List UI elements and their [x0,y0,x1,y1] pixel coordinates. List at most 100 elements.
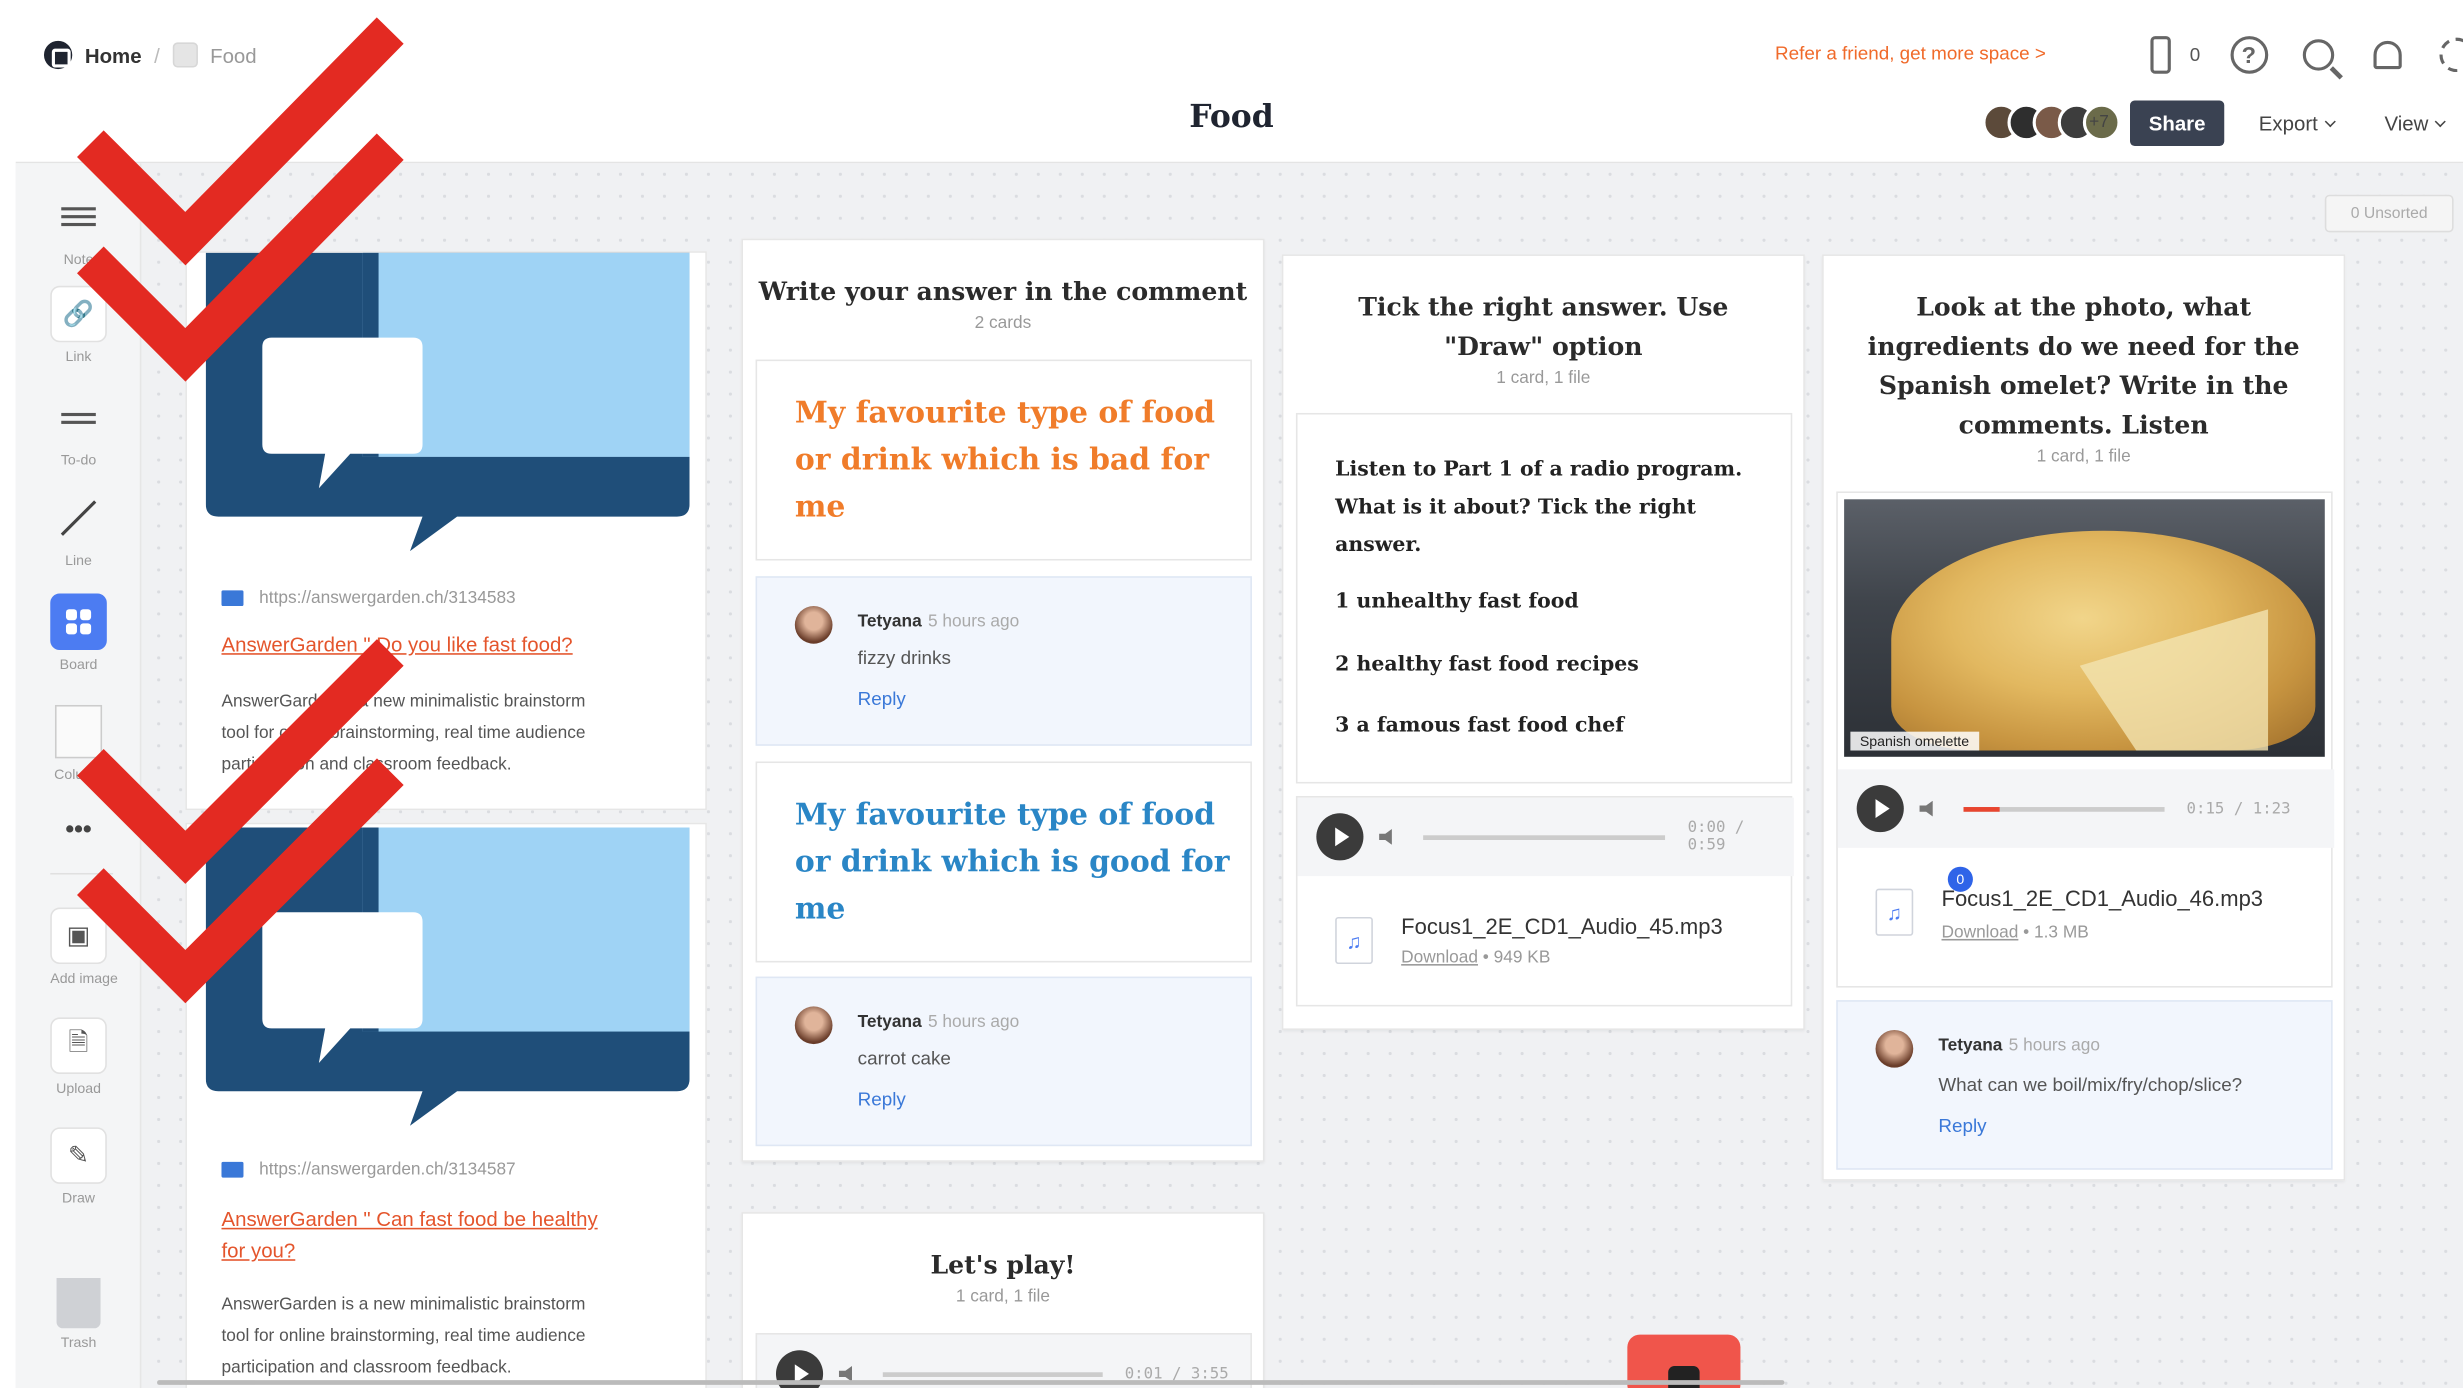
note-card[interactable]: Listen to Part 1 of a radio program. Wha… [1295,412,1793,784]
tool-more[interactable]: ••• [50,810,107,845]
column-meta: 1 card, 1 file [955,1287,1051,1307]
file-meta: Download • 949 KB [1401,948,1551,968]
help-icon[interactable]: ? [2228,35,2269,76]
comment-time: 5 hours ago [927,612,1020,632]
chevron-down-icon [2434,116,2446,128]
tool-note[interactable]: Note [50,188,107,267]
volume-icon[interactable] [1378,829,1392,845]
pencil-icon: ✎ [50,1127,107,1184]
tool-board[interactable]: Board [50,593,107,672]
note-line: Listen to Part 1 of a radio program. [1335,458,1743,483]
comment-time: 5 hours ago [927,1012,1020,1032]
audio-track[interactable] [1422,834,1666,840]
note-intro: Listen to Part 1 of a radio program. Wha… [1335,452,1742,565]
column-title-line: Look at the photo, what [1916,292,2252,322]
tool-add-image[interactable]: ▣ Add image [50,907,118,986]
board-icon [50,593,107,651]
collaborator-count[interactable]: +7 [2089,113,2109,132]
link-title[interactable]: AnswerGarden " Do you like fast food? [221,630,572,661]
photo-caption: Spanish omelette [1850,731,1979,751]
column-tick-answer[interactable]: Tick the right answer. Use "Draw" option… [1281,254,1805,1030]
link-title[interactable]: AnswerGarden " Can fast food be healthy … [221,1204,597,1267]
export-menu[interactable]: Export [2258,111,2336,136]
comment-author: Tetyana 5 hours ago [858,1013,1020,1032]
play-icon[interactable] [1316,813,1364,861]
column-write-answer[interactable]: Write your answer in the comment 2 cards… [741,238,1265,1162]
tool-trash[interactable]: Trash [50,1278,107,1350]
tool-line[interactable]: Line [50,490,107,568]
music-file-icon: ♫ [1335,916,1373,965]
link-url: https://answergarden.ch/3134587 [221,1160,516,1179]
horizontal-scrollbar[interactable] [157,1380,1785,1385]
file-name[interactable]: Focus1_2E_CD1_Audio_46.mp3 [1942,886,2264,911]
tool-column[interactable]: Column [50,703,107,782]
audio-player[interactable]: 0:00 / 0:59 [1316,813,1790,861]
speech-bubble-image [205,827,690,1126]
link-card[interactable]: https://answergarden.ch/3134587 AnswerGa… [185,822,707,1388]
app-logo-icon[interactable] [43,40,73,70]
audio-track[interactable] [1963,806,2165,811]
comment-author-name: Tetyana [857,1012,922,1032]
tool-upload[interactable]: 🗎 Upload [50,1017,107,1096]
column-lets-play[interactable]: Let's play! 1 card, 1 file 0:01 / 3:55 [741,1212,1265,1388]
audio-track[interactable] [882,1371,1103,1377]
reply-link[interactable]: Reply [1938,1115,1986,1137]
device-icon[interactable] [2139,35,2180,76]
audio-player[interactable]: 0:15 / 1:23 [1856,785,2291,833]
comment-author-name: Tetyana [1938,1036,2003,1056]
tool-link[interactable]: 🔗 Link [50,285,107,364]
note-line: What is it about? Tick the right [1335,496,1696,520]
column-meta: 1 card, 1 file [2036,447,2131,467]
column-meta: 2 cards [974,314,1032,333]
search-icon[interactable] [2298,35,2339,76]
breadcrumb-separator: / [154,43,160,67]
note-card[interactable]: My favourite type of food or drink which… [755,761,1252,963]
download-link[interactable]: Download [1942,923,2019,942]
comment-card: Tetyana 5 hours ago fizzy drinks Reply [755,576,1252,746]
avatar [1875,1029,1914,1068]
top-icons: 0 ? [2139,35,2463,76]
link-description: AnswerGarden is a new minimalistic brain… [221,1289,585,1383]
tool-draw[interactable]: ✎ Draw [50,1127,107,1206]
share-button[interactable]: Share [2130,100,2225,147]
note-icon [50,188,107,245]
tool-sidebar: Note 🔗 Link To-do Line Board Column ••• … [15,163,142,1388]
chevron-down-icon [2324,116,2336,128]
comment-author: Tetyana 5 hours ago [1938,1036,2100,1055]
column-spanish-omelet[interactable]: Look at the photo, what ingredients do w… [1822,254,2346,1181]
breadcrumb-home[interactable]: Home [85,43,142,67]
upload-icon: 🗎 [50,1017,107,1074]
view-label: View [2384,111,2429,136]
breadcrumb-current[interactable]: Food [210,43,257,67]
download-link[interactable]: Download [1401,948,1478,967]
device-count: 0 [2189,43,2201,66]
tool-label: Draw [62,1190,96,1206]
file-name[interactable]: Focus1_2E_CD1_Audio_45.mp3 [1401,914,1723,939]
tool-todo[interactable]: To-do [50,389,107,468]
comment-card: Tetyana 5 hours ago What can we boil/mix/… [1836,1000,2333,1170]
volume-icon[interactable] [1919,800,1933,817]
view-menu[interactable]: View [2384,111,2446,136]
reply-link[interactable]: Reply [858,688,906,710]
gear-icon[interactable] [2436,35,2463,76]
omelette-photo[interactable]: Spanish omelette [1844,499,2325,757]
play-icon[interactable] [1856,785,1904,833]
note-card[interactable]: My favourite type of food or drink which… [755,359,1252,561]
audio-file-card[interactable]: 0:00 / 0:59 ♫ Focus1_2E_CD1_Audio_45.mp3… [1295,796,1794,1007]
note-line: me [794,891,846,927]
reply-link[interactable]: Reply [858,1088,906,1110]
bell-icon[interactable] [2367,35,2408,76]
avatar [794,1006,833,1045]
speech-bubble-image [205,252,690,552]
link-desc-line: tool for online brainstorming, real time… [221,1326,586,1346]
note-line: My favourite type of food [794,797,1215,833]
export-label: Export [2258,111,2318,136]
tool-label: Column [54,766,103,782]
refer-friend-link[interactable]: Refer a friend, get more space > [1775,42,2046,64]
todo-icon [50,389,107,446]
unsorted-button[interactable]: 0 Unsorted [2324,194,2454,233]
link-card[interactable]: https://answergarden.ch/3134583 AnswerGa… [185,251,707,811]
column-title-line: "Draw" option [1444,331,1643,362]
image-audio-card[interactable]: Spanish omelette 0:15 / 1:23 ♫ 0 Focus1_… [1836,491,2335,988]
tool-label: Board [59,656,98,673]
